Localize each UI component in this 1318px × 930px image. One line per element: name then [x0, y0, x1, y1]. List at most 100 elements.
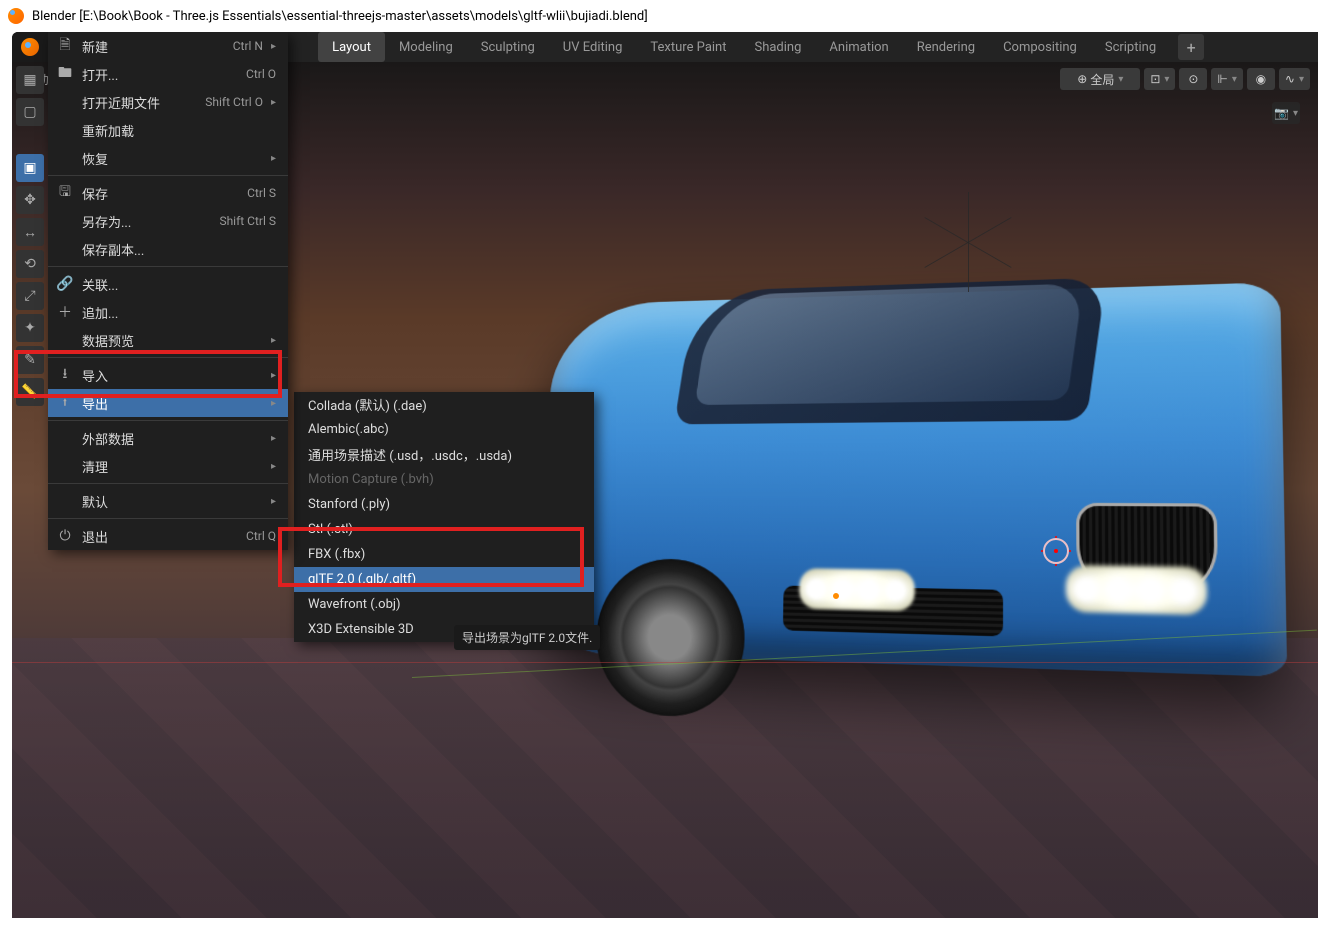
chevron-down-icon: ▾ — [1118, 74, 1123, 85]
separator — [48, 175, 288, 176]
tab-layout[interactable]: Layout — [318, 32, 385, 62]
tab-compositing[interactable]: Compositing — [989, 32, 1091, 62]
blender-menu-button[interactable] — [12, 32, 48, 62]
workspace: 文件 编辑 渲染 窗口 帮助 Layout Modeling Sculpting… — [12, 32, 1318, 918]
proportional-dropdown[interactable]: ∿▾ — [1279, 68, 1310, 90]
menu-new[interactable]: 🗎 新建 Ctrl N ▸ — [48, 32, 288, 60]
export-wavefront[interactable]: Wavefront (.obj) — [294, 592, 594, 617]
add-workspace-button[interactable]: + — [1178, 34, 1204, 60]
pivot-dropdown[interactable]: ⊡▾ — [1144, 68, 1175, 90]
export-bvh[interactable]: Motion Capture (.bvh) — [294, 467, 594, 492]
target-icon: ⊕ — [1077, 72, 1087, 86]
tool-cursor[interactable]: ✥ — [16, 186, 44, 214]
tool-select-box[interactable]: ▣ — [16, 154, 44, 182]
object-origin-icon — [832, 592, 840, 600]
blender-logo-icon — [21, 38, 39, 56]
chevron-down-icon: ▾ — [1299, 74, 1304, 85]
headlight-left — [799, 568, 915, 611]
tool-transform[interactable]: ✦ — [16, 314, 44, 342]
menu-cleanup[interactable]: 清理 ▸ — [48, 452, 288, 480]
menu-recover[interactable]: 恢复 ▸ — [48, 144, 288, 172]
separator — [48, 518, 288, 519]
tab-uv-editing[interactable]: UV Editing — [549, 32, 637, 62]
editor-type-button[interactable]: ▦ — [16, 66, 44, 94]
export-submenu: Collada (默认) (.dae) Alembic(.abc) 通用场景描述… — [294, 392, 594, 642]
proportional-toggle[interactable]: ◉ — [1247, 68, 1275, 90]
camera-view-button[interactable]: 📷▾ — [1272, 102, 1300, 124]
save-icon: 🖫 — [56, 184, 74, 202]
export-stl[interactable]: Stl (.stl) — [294, 517, 594, 542]
export-usd[interactable]: 通用场景描述 (.usd，.usdc，.usda) — [294, 442, 594, 467]
tab-scripting[interactable]: Scripting — [1091, 32, 1170, 62]
menu-save-copy[interactable]: 保存副本... — [48, 235, 288, 263]
menu-save-as[interactable]: 另存为... Shift Ctrl S — [48, 207, 288, 235]
menu-link[interactable]: 🔗 关联... — [48, 270, 288, 298]
menu-open[interactable]: 🖿 打开... Ctrl O — [48, 60, 288, 88]
export-collada[interactable]: Collada (默认) (.dae) — [294, 392, 594, 417]
headlight-right — [1066, 565, 1207, 615]
snap-dropdown[interactable]: ⊩▾ — [1211, 68, 1242, 90]
separator — [48, 483, 288, 484]
transform-orientation-dropdown[interactable]: ⊕ 全局▾ — [1060, 68, 1140, 90]
tool-measure[interactable]: 📏 — [16, 378, 44, 406]
tab-shading[interactable]: Shading — [740, 32, 815, 62]
tab-animation[interactable]: Animation — [815, 32, 902, 62]
viewport-overlay-buttons: 📷▾ — [1272, 102, 1300, 124]
menu-save[interactable]: 🖫 保存 Ctrl S — [48, 179, 288, 207]
export-stanford[interactable]: Stanford (.ply) — [294, 492, 594, 517]
separator — [48, 420, 288, 421]
chevron-down-icon: ▾ — [1293, 108, 1298, 119]
wheel — [595, 558, 746, 719]
menu-export[interactable]: ⭱ 导出 ▸ — [48, 389, 288, 417]
separator — [48, 266, 288, 267]
3d-cursor-icon[interactable] — [1042, 537, 1070, 565]
append-icon: ＋ — [56, 303, 74, 321]
chevron-right-icon: ▸ — [271, 335, 276, 346]
tool-scale[interactable]: ⤢ — [16, 282, 44, 310]
chevron-down-icon: ▾ — [1164, 74, 1169, 85]
export-alembic[interactable]: Alembic(.abc) — [294, 417, 594, 442]
tool-annotate[interactable]: ✎ — [16, 346, 44, 374]
tab-sculpting[interactable]: Sculpting — [467, 32, 549, 62]
import-icon: ⭳ — [56, 366, 74, 384]
light-gizmo-icon[interactable] — [918, 192, 1018, 292]
car-model[interactable] — [543, 282, 1288, 677]
export-fbx[interactable]: FBX (.fbx) — [294, 542, 594, 567]
chevron-right-icon: ▸ — [271, 496, 276, 507]
chevron-right-icon: ▸ — [271, 433, 276, 444]
menu-data-preview[interactable]: 数据预览 ▸ — [48, 326, 288, 354]
tab-modeling[interactable]: Modeling — [385, 32, 467, 62]
file-menu-dropdown: 🗎 新建 Ctrl N ▸ 🖿 打开... Ctrl O 打开近期文件 Shif… — [48, 32, 288, 550]
folder-icon: 🖿 — [56, 65, 74, 83]
tab-rendering[interactable]: Rendering — [903, 32, 989, 62]
tool-move[interactable]: ↔ — [16, 218, 44, 246]
window-title: Blender [E:\Book\Book - Three.js Essenti… — [32, 9, 648, 24]
mode-button[interactable]: ▢ — [16, 98, 44, 126]
chevron-right-icon: ▸ — [271, 461, 276, 472]
separator — [48, 357, 288, 358]
chevron-right-icon: ▸ — [271, 41, 276, 52]
blender-logo-icon — [8, 8, 24, 24]
menu-open-recent[interactable]: 打开近期文件 Shift Ctrl O ▸ — [48, 88, 288, 116]
menu-append[interactable]: ＋ 追加... — [48, 298, 288, 326]
title-bar: Blender [E:\Book\Book - Three.js Essenti… — [0, 0, 1318, 32]
power-icon: ⏻ — [56, 527, 74, 545]
chevron-down-icon: ▾ — [1232, 74, 1237, 85]
chevron-right-icon: ▸ — [271, 153, 276, 164]
export-icon: ⭱ — [56, 394, 74, 412]
menu-external-data[interactable]: 外部数据 ▸ — [48, 424, 288, 452]
tool-rotate[interactable]: ⟲ — [16, 250, 44, 278]
snap-toggle[interactable]: ⊙ — [1179, 68, 1207, 90]
export-gltf[interactable]: glTF 2.0 (.glb/.gltf) — [294, 567, 594, 592]
chevron-right-icon: ▸ — [271, 398, 276, 409]
menu-defaults[interactable]: 默认 ▸ — [48, 487, 288, 515]
menu-revert[interactable]: 重新加载 — [48, 116, 288, 144]
tab-texture-paint[interactable]: Texture Paint — [636, 32, 740, 62]
workspace-tabs: Layout Modeling Sculpting UV Editing Tex… — [318, 32, 1318, 62]
chevron-right-icon: ▸ — [271, 97, 276, 108]
tooltip: 导出场景为glTF 2.0文件. — [454, 625, 600, 650]
menu-quit[interactable]: ⏻ 退出 Ctrl Q — [48, 522, 288, 550]
file-icon: 🗎 — [56, 37, 74, 55]
left-toolbar: ▦ ▢ ▣ ✥ ↔ ⟲ ⤢ ✦ ✎ 📏 — [12, 62, 48, 918]
menu-import[interactable]: ⭳ 导入 ▸ — [48, 361, 288, 389]
